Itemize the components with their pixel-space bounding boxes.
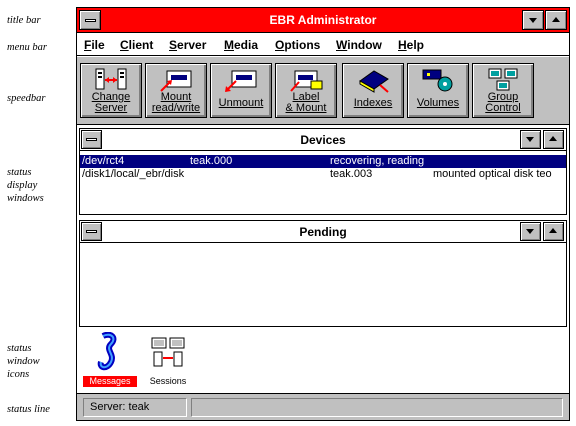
change-server-icon <box>95 68 127 90</box>
annotation-status-icons-3: icons <box>7 369 30 380</box>
minimize-arrow-icon <box>529 18 537 23</box>
annotation-menu-bar: menu bar <box>7 42 47 53</box>
label-mount-label-2: & Mount <box>285 102 327 114</box>
devices-window: Devices /dev/rct4 teak.000 recovering, r… <box>79 128 567 215</box>
device-path: /disk1/local/_ebr/disk <box>82 168 185 180</box>
menu-client-accel: C <box>120 38 129 52</box>
status-icon-area: Messages Sessions <box>77 330 569 392</box>
indexes-icon <box>359 70 389 93</box>
pending-title: Pending <box>299 225 347 239</box>
unmount-button[interactable]: Unmount <box>210 63 272 118</box>
indexes-label-2: Indexes <box>353 97 393 109</box>
menu-options[interactable]: Options <box>275 38 320 52</box>
annotation-status-display-2: display <box>7 180 38 191</box>
annotation-status-icons-2: window <box>7 356 40 367</box>
device-path: /dev/rct4 <box>82 155 125 167</box>
sessions-icon-label: Sessions <box>149 376 187 386</box>
device-row-selected[interactable]: /dev/rct4 teak.000 recovering, reading <box>80 155 566 168</box>
mount-readwrite-button[interactable]: Mount read/write <box>145 63 207 118</box>
device-status: mounted optical disk teo <box>433 168 552 180</box>
messages-window-icon[interactable]: Messages <box>79 330 139 390</box>
label-mount-button[interactable]: Label & Mount <box>275 63 337 118</box>
pending-window: Pending <box>79 220 567 327</box>
group-control-label-2: Control <box>485 102 521 114</box>
mount-readwrite-label-2: read/write <box>151 102 201 114</box>
menu-media-accel: M <box>224 38 234 52</box>
annotation-speedbar: speedbar <box>7 93 46 104</box>
messages-scroll-icon <box>97 332 117 371</box>
devices-title: Devices <box>300 133 346 147</box>
device-status: recovering, reading <box>330 155 425 167</box>
menu-help-accel: H <box>398 38 407 52</box>
menu-client[interactable]: Client <box>120 38 153 52</box>
mount-readwrite-icon <box>160 70 192 92</box>
menu-bar: File Client Server Media Options Window … <box>77 34 569 56</box>
annotation-status-icons-1: status <box>7 343 32 354</box>
pending-maximize-button[interactable] <box>543 222 564 241</box>
device-volume: teak.000 <box>190 155 233 167</box>
menu-options-rest: ptions <box>284 38 321 52</box>
change-server-button[interactable]: Change Server <box>80 63 142 118</box>
pending-minimize-arrow-icon <box>526 229 534 234</box>
annotation-status-display-3: windows <box>7 193 44 204</box>
change-server-label-2: Server <box>94 102 128 114</box>
device-row[interactable]: /disk1/local/_ebr/disk teak.003 mounted … <box>80 168 566 181</box>
status-line: Server: teak <box>77 393 569 420</box>
devices-maximize-button[interactable] <box>543 130 564 149</box>
server-status-panel: Server: teak <box>83 398 187 417</box>
maximize-button[interactable] <box>545 10 567 30</box>
menu-server-rest: erver <box>177 38 207 52</box>
unmount-icon <box>225 70 257 92</box>
menu-file-rest: ile <box>91 38 105 52</box>
messages-icon-label: Messages <box>83 376 137 387</box>
menu-window-accel: W <box>336 38 348 52</box>
pending-title-bar[interactable]: Pending <box>80 221 566 243</box>
menu-file[interactable]: File <box>84 38 105 52</box>
devices-maximize-arrow-icon <box>549 136 557 141</box>
volumes-icon <box>422 69 453 92</box>
annotation-title-bar: title bar <box>7 15 41 26</box>
menu-client-rest: lient <box>128 38 154 52</box>
menu-media-rest: edia <box>234 38 259 52</box>
sessions-icon <box>151 337 185 367</box>
sessions-window-icon[interactable]: Sessions <box>138 330 198 390</box>
menu-media[interactable]: Media <box>224 38 258 52</box>
devices-title-bar[interactable]: Devices <box>80 129 566 151</box>
pending-maximize-arrow-icon <box>549 228 557 233</box>
message-status-panel <box>191 398 563 417</box>
volumes-button[interactable]: Volumes <box>407 63 469 118</box>
devices-minimize-button[interactable] <box>520 130 541 149</box>
annotation-status-display-1: status <box>7 167 32 178</box>
unmount-label-2: Unmount <box>218 97 264 109</box>
speedbar: Change Server Mount read/write Unmount L… <box>77 57 569 125</box>
window-title: EBR Administrator <box>269 13 377 27</box>
device-volume: teak.003 <box>330 168 373 180</box>
devices-minimize-arrow-icon <box>526 137 534 142</box>
menu-help-rest: elp <box>406 38 425 52</box>
app-window: EBR Administrator File Client Server Med… <box>76 7 570 421</box>
menu-window-rest: indow <box>347 38 382 52</box>
annotation-status-line: status line <box>7 404 50 415</box>
menu-window[interactable]: Window <box>336 38 382 52</box>
indexes-button[interactable]: Indexes <box>342 63 404 118</box>
menu-server[interactable]: Server <box>169 38 206 52</box>
label-mount-icon <box>290 70 323 92</box>
menu-server-accel: S <box>169 38 178 52</box>
title-bar[interactable]: EBR Administrator <box>77 8 569 33</box>
pending-minimize-button[interactable] <box>520 222 541 241</box>
minimize-button[interactable] <box>522 10 544 30</box>
maximize-arrow-icon <box>552 17 560 22</box>
menu-help[interactable]: Help <box>398 38 424 52</box>
volumes-label-2: Volumes <box>416 97 460 109</box>
menu-options-accel: O <box>275 38 285 52</box>
group-control-button[interactable]: Group Control <box>472 63 534 118</box>
group-control-icon <box>488 68 518 91</box>
